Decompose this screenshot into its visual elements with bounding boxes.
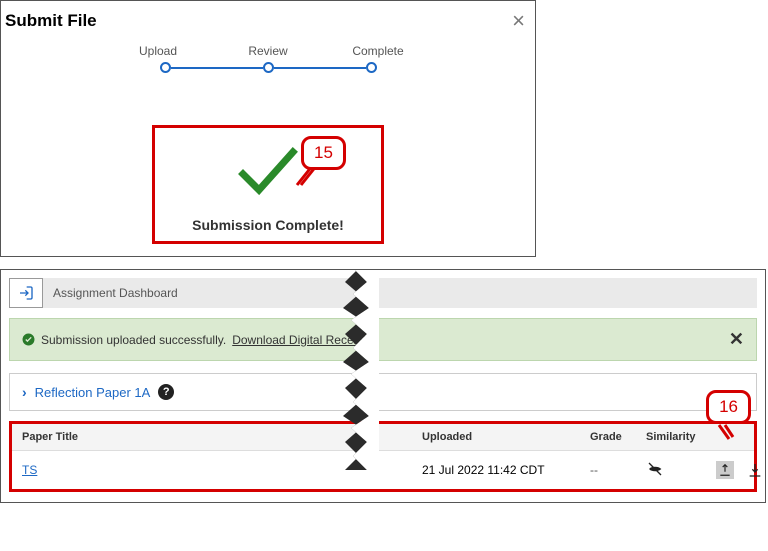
chevron-right-icon: › — [22, 384, 27, 400]
assignment-title: Reflection Paper 1A — [35, 385, 151, 400]
close-icon[interactable]: × — [512, 8, 525, 34]
step-dot-complete — [366, 62, 377, 73]
col-header-grade: Grade — [590, 431, 646, 443]
download-receipt-link[interactable]: Download Digital Receipt — [232, 333, 366, 347]
col-header-similarity: Similarity — [646, 431, 716, 443]
download-icon[interactable] — [746, 461, 764, 479]
assignment-row[interactable]: › Reflection Paper 1A ? — [9, 373, 757, 411]
success-banner: Submission uploaded successfully. Downlo… — [9, 318, 757, 361]
modal-title: Submit File — [5, 11, 97, 31]
similarity-off-icon — [646, 460, 664, 478]
help-icon[interactable]: ? — [158, 384, 174, 400]
modal-header: Submit File × — [1, 1, 535, 44]
col-header-title: Paper Title — [22, 431, 422, 443]
annotation-callout-15: 15 — [301, 136, 346, 170]
check-circle-icon — [22, 333, 35, 346]
dashboard-tab-label[interactable]: Assignment Dashboard — [43, 286, 178, 300]
dashboard-tab-bar: Assignment Dashboard — [9, 278, 757, 308]
step-label-upload: Upload — [103, 44, 213, 58]
upload-icon[interactable] — [716, 461, 734, 479]
step-line — [274, 67, 366, 69]
assignment-dashboard-panel: Assignment Dashboard Submission uploaded… — [0, 269, 766, 503]
banner-close-icon[interactable]: ✕ — [729, 329, 744, 350]
step-label-review: Review — [213, 44, 323, 58]
submission-complete-box: Submission Complete! — [152, 125, 384, 244]
submission-complete-text: Submission Complete! — [165, 217, 371, 233]
paper-title-link[interactable]: TS — [22, 463, 37, 477]
table-row: TS 21 Jul 2022 11:42 CDT -- — [12, 451, 754, 489]
grade-cell: -- — [590, 463, 646, 477]
annotation-callout-16-pointer — [715, 423, 735, 441]
submit-file-modal: Submit File × Upload Review Complete 15 … — [0, 0, 536, 257]
success-text: Submission uploaded successfully. — [41, 333, 226, 347]
dashboard-home-button[interactable] — [9, 278, 43, 308]
annotation-callout-16: 16 — [706, 390, 751, 424]
submissions-table: Paper Title Uploaded Grade Similarity TS… — [9, 421, 757, 492]
enter-icon — [18, 285, 34, 301]
step-dot-upload — [160, 62, 171, 73]
step-label-complete: Complete — [323, 44, 433, 58]
table-header-row: Paper Title Uploaded Grade Similarity — [12, 424, 754, 451]
step-line — [171, 67, 263, 69]
step-dot-review — [263, 62, 274, 73]
stepper: Upload Review Complete — [1, 44, 535, 73]
col-header-uploaded: Uploaded — [422, 431, 590, 443]
uploaded-cell: 21 Jul 2022 11:42 CDT — [422, 463, 590, 477]
